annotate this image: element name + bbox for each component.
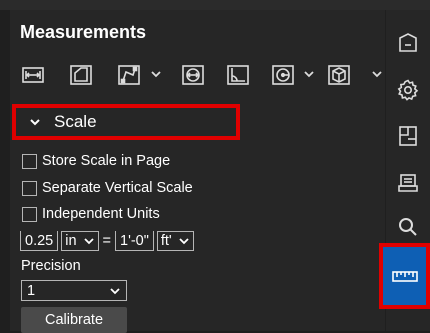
sketch-icon[interactable] bbox=[386, 165, 430, 201]
separate-vertical-scale-checkbox[interactable] bbox=[22, 180, 37, 196]
spaces-icon[interactable] bbox=[386, 118, 430, 154]
polylength-dropdown-chevron-down-icon[interactable] bbox=[149, 67, 163, 81]
world-value-input[interactable]: 1'-0" bbox=[115, 231, 154, 251]
length-icon[interactable] bbox=[18, 58, 48, 92]
scale-section-header[interactable]: Scale bbox=[12, 104, 240, 140]
settings-icon[interactable] bbox=[386, 72, 430, 108]
window-frame bbox=[0, 0, 430, 10]
independent-units-checkbox[interactable] bbox=[22, 206, 37, 222]
area-icon[interactable] bbox=[66, 58, 96, 92]
right-sidebar bbox=[379, 10, 430, 331]
separate-vertical-scale-checkbox-row[interactable]: Separate Vertical Scale bbox=[22, 178, 193, 198]
scale-units-row: 0.25 in = 1'-0" ft' bbox=[20, 230, 194, 252]
search-icon[interactable] bbox=[386, 209, 430, 245]
page-unit-select[interactable]: in bbox=[61, 231, 99, 251]
measurements-tab-ruler-icon[interactable] bbox=[379, 243, 430, 309]
independent-units-label: Independent Units bbox=[42, 206, 160, 222]
panel-title: Measurements bbox=[20, 22, 147, 42]
store-scale-checkbox[interactable] bbox=[22, 153, 37, 169]
angle-icon[interactable] bbox=[223, 58, 253, 92]
precision-select[interactable]: 1 bbox=[21, 280, 127, 301]
page-unit-value: in bbox=[65, 233, 77, 249]
separate-vertical-scale-label: Separate Vertical Scale bbox=[42, 180, 193, 196]
world-unit-value: ft' bbox=[160, 233, 172, 249]
equals-sign: = bbox=[102, 233, 111, 249]
store-scale-checkbox-row[interactable]: Store Scale in Page bbox=[22, 151, 170, 171]
polylength-icon[interactable] bbox=[114, 58, 144, 92]
store-scale-label: Store Scale in Page bbox=[42, 153, 171, 169]
markup-icon[interactable] bbox=[386, 25, 430, 61]
scale-section-label: Scale bbox=[54, 112, 97, 131]
precision-value: 1 bbox=[27, 282, 36, 299]
independent-units-checkbox-row[interactable]: Independent Units bbox=[22, 204, 160, 224]
measurement-toolbar bbox=[18, 58, 388, 92]
radius-dropdown-chevron-down-icon[interactable] bbox=[302, 67, 316, 81]
precision-label: Precision bbox=[21, 258, 81, 274]
chevron-down-icon bbox=[28, 115, 42, 129]
world-unit-select[interactable]: ft' bbox=[156, 231, 194, 251]
diameter-icon[interactable] bbox=[178, 58, 208, 92]
volume-icon[interactable] bbox=[324, 58, 354, 92]
volume-dropdown-chevron-down-icon[interactable] bbox=[370, 67, 384, 81]
chevron-down-icon bbox=[179, 238, 189, 245]
chevron-down-icon bbox=[110, 287, 120, 294]
page-value-input[interactable]: 0.25 bbox=[20, 231, 59, 251]
radius-icon[interactable] bbox=[268, 58, 298, 92]
calibrate-button[interactable]: Calibrate bbox=[21, 307, 127, 333]
chevron-down-icon bbox=[83, 238, 94, 245]
